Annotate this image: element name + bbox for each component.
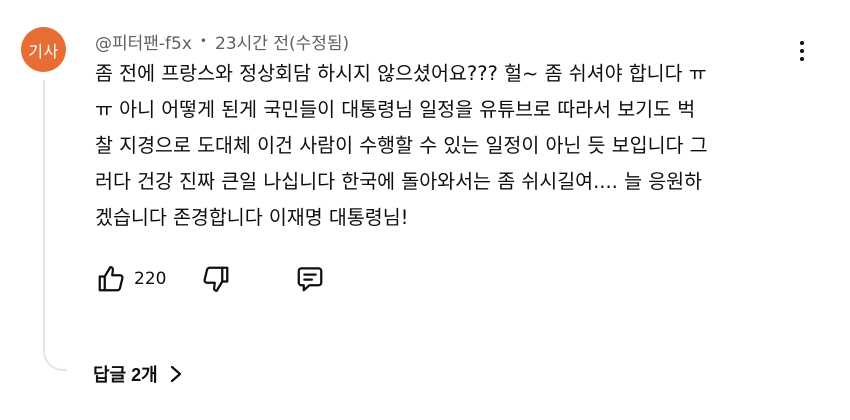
separator-dot: • [199, 34, 207, 48]
more-options-button[interactable] [789, 34, 815, 68]
like-button[interactable] [95, 263, 127, 295]
thumbs-down-icon [203, 266, 229, 292]
comment-text-line: 좀 전에 프랑스와 정상회담 하시지 않으셨어요??? 헐~ 좀 쉬셔야 합니다… [95, 62, 707, 85]
comment-body: 좀 전에 프랑스와 정상회담 하시지 않으셨어요??? 헐~ 좀 쉬셔야 합니다… [95, 56, 785, 236]
avatar[interactable]: 기사 [21, 27, 66, 72]
more-vertical-icon-dot [800, 41, 804, 45]
comment-header: @피터팬-f5x • 23시간 전(수정됨) [95, 29, 350, 54]
comment-thread: 기사 @피터팬-f5x • 23시간 전(수정됨) 좀 전에 프랑스와 정상회담… [0, 0, 850, 420]
avatar-text: 기사 [28, 41, 59, 61]
thread-connector-line [43, 80, 67, 371]
author-handle[interactable]: @피터팬-f5x [95, 29, 192, 54]
like-count: 220 [134, 269, 167, 289]
view-replies-button[interactable]: 답글 2개 [93, 359, 184, 389]
reply-button[interactable] [294, 263, 326, 295]
comment-text-line: 겠습니다 존경합니다 이재명 대통령님! [95, 206, 409, 229]
timestamp: 23시간 전(수정됨) [215, 33, 350, 54]
comment-text-line: 찰 지경으로 도대체 이건 사람이 수행할 수 있는 일정이 아닌 듯 보입니다… [95, 134, 708, 157]
more-vertical-icon-dot [800, 49, 804, 53]
more-vertical-icon-dot [800, 57, 804, 61]
comment-text-line: 러다 건강 진짜 큰일 나십니다 한국에 돌아와서는 좀 쉬시길여.... 늘 … [95, 170, 703, 193]
comment-icon [298, 267, 323, 292]
thumbs-up-icon [98, 266, 124, 292]
comment-actions: 220 [95, 262, 326, 296]
dislike-button[interactable] [200, 263, 232, 295]
replies-label: 답글 2개 [93, 365, 158, 385]
chevron-right-icon [170, 365, 181, 383]
comment-text-line: ㅠ 아니 어떻게 된게 국민들이 대통령님 일정을 유튜브로 따라서 보기도 벅 [95, 98, 696, 121]
